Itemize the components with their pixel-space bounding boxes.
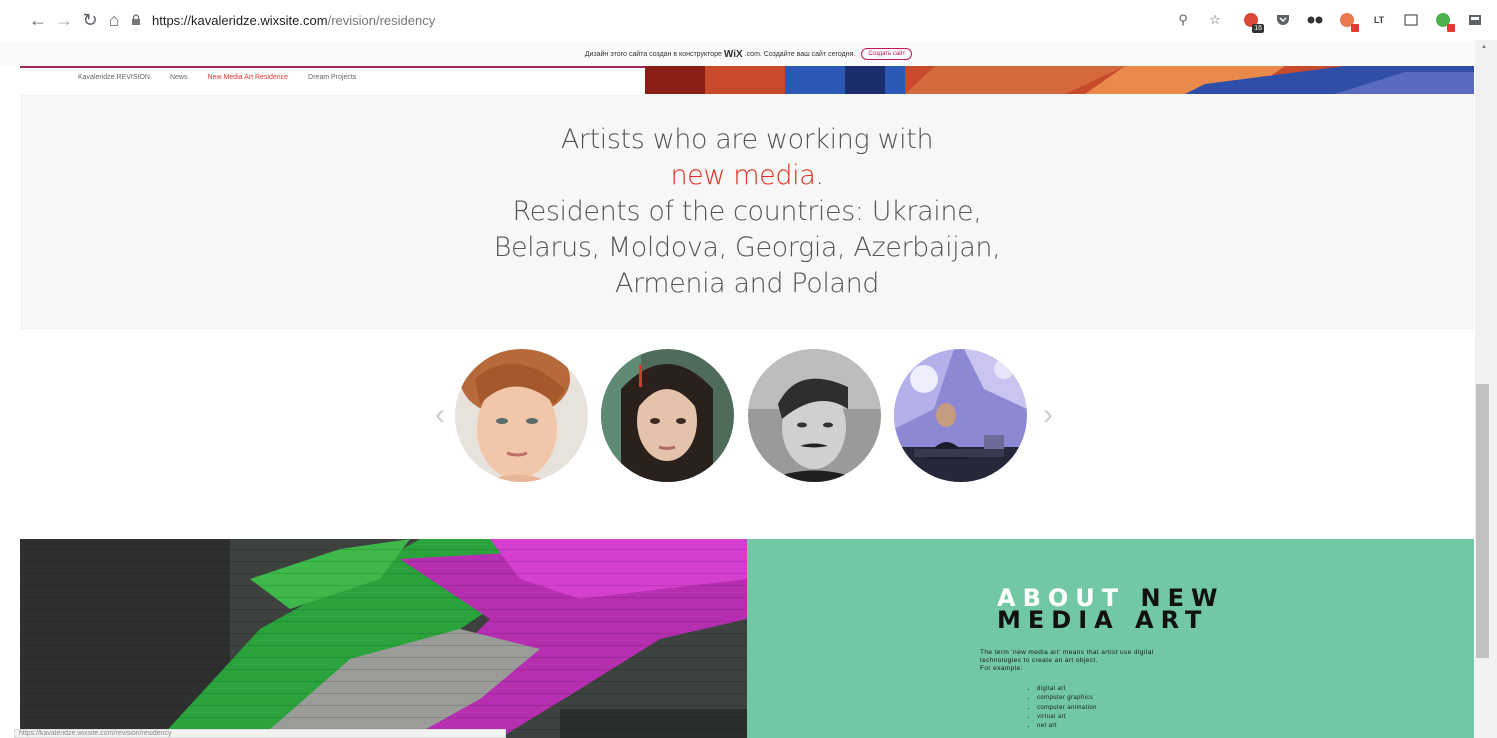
hero-image-strip — [645, 66, 1474, 94]
wix-logo[interactable]: WiX — [724, 49, 743, 60]
heading-line-1: Artists who are working with — [560, 124, 934, 155]
languagetool-icon[interactable]: LT — [1370, 11, 1388, 29]
scrollbar-thumb[interactable] — [1476, 384, 1489, 658]
extension-grid-icon[interactable] — [1466, 11, 1484, 29]
back-arrow-icon[interactable]: ← — [26, 8, 50, 32]
artist-avatar-1[interactable] — [455, 349, 588, 482]
forward-arrow-icon[interactable]: → — [52, 8, 76, 32]
home-icon[interactable]: ⌂ — [102, 8, 126, 32]
extension-green-icon[interactable] — [1434, 11, 1455, 32]
nav-item-kavaleridze[interactable]: Kavaleridze.REVISION — [78, 74, 150, 81]
about-new-media-art: ABOUT NEW MEDIA ART The term 'new media … — [747, 539, 1474, 738]
extension-red-icon[interactable]: 16 — [1242, 11, 1264, 33]
scroll-up-arrow-icon[interactable]: ▲ — [1481, 44, 1487, 50]
lock-icon — [132, 14, 140, 25]
heading-line-2: new media. — [670, 160, 824, 191]
list-item: net art — [1037, 722, 1097, 731]
nav-item-news[interactable]: News — [170, 74, 188, 81]
list-item: computer graphics — [1037, 694, 1097, 703]
zoom-icon[interactable]: ⚲ — [1174, 11, 1192, 29]
glitch-art-image — [20, 539, 747, 738]
url-host: https://kavaleridze.wixsite.com — [152, 12, 328, 28]
header-divider — [20, 66, 645, 68]
pocket-icon[interactable] — [1274, 11, 1292, 29]
artist-avatar-2[interactable] — [601, 349, 734, 482]
list-item: virtual art — [1037, 713, 1097, 722]
link-status-bar: https://kavaleridze.wixsite.com/revision… — [14, 729, 506, 738]
reload-icon[interactable]: ↻ — [78, 8, 102, 32]
media-art-examples-list: digital art computer graphics computer a… — [1037, 685, 1097, 731]
heading-line-3: Residents of the countries: Ukraine, — [512, 196, 982, 227]
cast-icon[interactable] — [1402, 11, 1420, 29]
slider-next-arrow[interactable]: › — [1038, 400, 1058, 430]
artist-avatar-3[interactable] — [748, 349, 881, 482]
wix-banner-text-2: .com. Создайте ваш сайт сегодня. — [744, 50, 856, 58]
wix-banner-text: Дизайн этого сайта создан в конструкторе — [584, 50, 722, 58]
heading-highlight: new media — [670, 160, 816, 191]
extension-badge: 16 — [1252, 24, 1264, 33]
slider-prev-arrow[interactable]: ‹ — [430, 400, 450, 430]
artist-slider: ‹ › — [430, 345, 1070, 490]
bookmark-star-icon[interactable]: ☆ — [1206, 11, 1224, 29]
glasses-icon[interactable] — [1306, 11, 1324, 29]
extensions-bar: ⚲ ☆ 16 LT ⋮ — [1174, 10, 1497, 33]
address-bar[interactable]: https://kavaleridze.wixsite.com/revision… — [130, 6, 435, 34]
artist-avatar-4[interactable] — [894, 349, 1027, 482]
nav-item-dream-projects[interactable]: Dream Projects — [308, 74, 356, 81]
site-navigation: Kavaleridze.REVISION News New Media Art … — [78, 74, 356, 81]
list-item: digital art — [1037, 685, 1097, 694]
list-item: computer animation — [1037, 704, 1097, 713]
about-title: ABOUT NEW MEDIA ART — [997, 584, 1225, 634]
nav-item-residence[interactable]: New Media Art Residence — [208, 74, 289, 81]
url-path: /revision/residency — [327, 12, 436, 28]
heading-line-5: Armenia and Poland — [614, 268, 880, 299]
create-site-button[interactable]: Создать сайт — [861, 48, 913, 60]
heading-line-4: Belarus, Moldova, Georgia, Azerbaijan, — [493, 232, 1001, 263]
wix-ad-banner: Дизайн этого сайта создан в конструкторе… — [0, 42, 1497, 66]
extension-red-icon-2[interactable] — [1338, 11, 1359, 32]
browser-toolbar: ← → ↻ ⌂ https://kavaleridze.wixsite.com /… — [0, 0, 1497, 40]
about-description: The term 'new media art' means that arti… — [980, 649, 1154, 672]
residency-heading: Artists who are working with new media. … — [20, 94, 1474, 330]
